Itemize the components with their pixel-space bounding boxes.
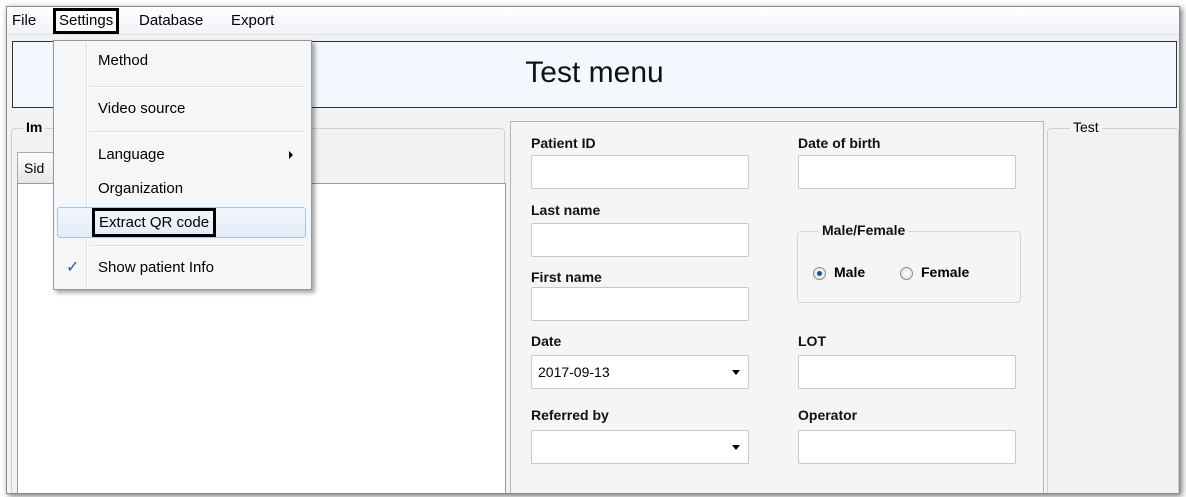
app-window: File Settings Database Export Test menu … xyxy=(6,6,1180,494)
test-group-label: Test xyxy=(1070,119,1102,135)
menu-bar: File Settings Database Export xyxy=(7,7,1179,35)
menu-file[interactable]: File xyxy=(9,11,39,31)
menu-item-label: Organization xyxy=(98,180,184,197)
menu-item-video-source[interactable]: Video source xyxy=(57,95,306,123)
image-group-label: Im xyxy=(23,119,46,135)
test-group xyxy=(1047,128,1179,493)
menu-item-label: Video source xyxy=(98,100,186,117)
female-radio-label[interactable]: Female xyxy=(921,264,969,280)
menu-item-label: Extract QR code xyxy=(92,208,217,237)
menu-item-language[interactable]: Language xyxy=(57,141,306,169)
gender-group-label: Male/Female xyxy=(818,222,910,238)
chevron-down-icon[interactable] xyxy=(732,445,740,450)
lot-field[interactable] xyxy=(798,355,1016,389)
first-name-label: First name xyxy=(531,269,602,285)
male-radio-label[interactable]: Male xyxy=(834,264,865,280)
menu-item-label: Language xyxy=(98,146,165,163)
referred-by-label: Referred by xyxy=(531,407,609,423)
lot-label: LOT xyxy=(798,333,826,349)
male-radio[interactable] xyxy=(813,267,826,280)
operator-field[interactable] xyxy=(798,430,1016,464)
date-value: 2017-09-13 xyxy=(538,364,610,380)
menu-database[interactable]: Database xyxy=(136,11,206,31)
date-label: Date xyxy=(531,333,562,349)
chevron-down-icon[interactable] xyxy=(732,370,740,375)
menu-item-organization[interactable]: Organization xyxy=(57,175,306,203)
dob-field[interactable] xyxy=(798,155,1016,189)
menu-export[interactable]: Export xyxy=(228,11,277,31)
menu-item-label: Method xyxy=(98,52,149,69)
patient-id-label: Patient ID xyxy=(531,135,596,151)
referred-by-select[interactable] xyxy=(531,430,749,464)
menu-item-extract-qr-code[interactable]: Extract QR code xyxy=(57,207,306,238)
date-picker[interactable]: 2017-09-13 xyxy=(531,355,749,389)
settings-dropdown: Method Video source Language Organizatio… xyxy=(53,40,312,290)
last-name-label: Last name xyxy=(531,202,601,218)
menu-separator xyxy=(90,131,304,133)
submenu-arrow-icon xyxy=(289,151,293,159)
menu-separator xyxy=(90,86,304,88)
menu-item-show-patient-info[interactable]: ✓ Show patient Info xyxy=(57,254,306,282)
checkmark-icon: ✓ xyxy=(66,259,80,276)
first-name-field[interactable] xyxy=(531,287,749,321)
menu-item-method[interactable]: Method xyxy=(57,47,306,75)
female-radio[interactable] xyxy=(900,267,913,280)
menu-settings[interactable]: Settings xyxy=(53,8,120,34)
last-name-field[interactable] xyxy=(531,223,749,257)
menu-separator xyxy=(90,245,304,247)
dob-label: Date of birth xyxy=(798,135,881,151)
patient-id-field[interactable] xyxy=(531,155,749,189)
menu-item-label: Show patient Info xyxy=(98,259,214,276)
operator-label: Operator xyxy=(798,407,858,423)
